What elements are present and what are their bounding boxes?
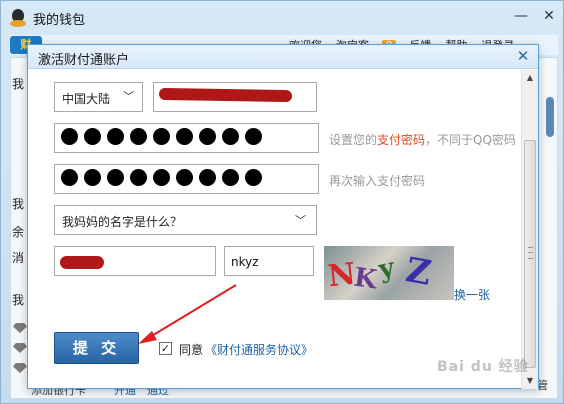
agree-label: 同意	[179, 343, 204, 357]
window-titlebar: 我的钱包	[9, 7, 85, 29]
qq-penguin-icon	[9, 9, 27, 27]
close-icon[interactable]: ✕	[514, 47, 532, 65]
redaction-mark	[60, 256, 104, 269]
password-mask	[61, 169, 262, 186]
confirm-password-hint: 再次输入支付密码	[329, 174, 426, 188]
phone-input[interactable]	[153, 82, 317, 112]
minimize-icon[interactable]: —	[511, 7, 531, 25]
side-label-2: 我	[12, 197, 25, 211]
agree-checkbox[interactable]: ✓	[159, 342, 172, 355]
region-value: 中国大陆	[62, 92, 111, 106]
captcha-input-value: nkyz	[231, 255, 259, 269]
baidu-watermark: Bai du 经验	[437, 359, 529, 375]
scroll-up-icon[interactable]: ▲	[522, 70, 538, 86]
wallet-window: 我的钱包 — ✕ 财 欢迎您 淘宝客 0 反馈 帮助 退登录 我 我 余 消 我…	[0, 0, 564, 404]
side-label-1: 我	[12, 77, 25, 91]
redaction-mark	[158, 87, 293, 103]
password-mask	[61, 128, 262, 145]
dialog-title: 激活财付通账户	[38, 53, 130, 68]
scrollbar-thumb[interactable]	[524, 140, 536, 368]
captcha-input[interactable]: nkyz	[224, 246, 314, 276]
service-agreement-link[interactable]: 《财付通服务协议》	[205, 341, 313, 358]
window-close-icon[interactable]: ✕	[539, 7, 559, 25]
dialog-header: 激活财付通账户 ✕	[28, 45, 538, 69]
region-select[interactable]: 中国大陆 ﹀	[54, 82, 143, 112]
payment-password-link[interactable]: 支付密码	[377, 133, 425, 147]
window-title: 我的钱包	[33, 12, 86, 28]
captcha-image[interactable]: N K y Z	[324, 246, 454, 300]
security-question-select[interactable]: 我妈妈的名字是什么？ ﹀	[54, 205, 317, 235]
side-label-4: 消	[12, 251, 25, 265]
confirm-password-input[interactable]	[54, 164, 319, 194]
dialog-scrollbar[interactable]: ▲ ▼	[521, 70, 538, 389]
chevron-down-icon: ﹀	[295, 214, 306, 227]
chevron-down-icon: ﹀	[123, 90, 134, 103]
payment-password-input[interactable]	[54, 123, 319, 153]
submit-button[interactable]: 提 交	[54, 332, 139, 364]
password-hint: 设置您的支付密码，不同于QQ密码	[329, 133, 516, 147]
refresh-captcha-link[interactable]: 换一张	[454, 286, 490, 303]
side-label-5: 我	[12, 293, 25, 307]
security-question-value: 我妈妈的名字是什么？	[62, 215, 183, 229]
security-answer-input[interactable]	[54, 246, 216, 276]
activate-account-dialog: 激活财付通账户 ✕ 中国大陆 ﹀ 设置您的支付密码，不同于QQ密码 再次输入支付…	[27, 44, 539, 389]
side-label-3: 余	[12, 225, 25, 239]
background-scrollbar[interactable]	[546, 97, 554, 137]
